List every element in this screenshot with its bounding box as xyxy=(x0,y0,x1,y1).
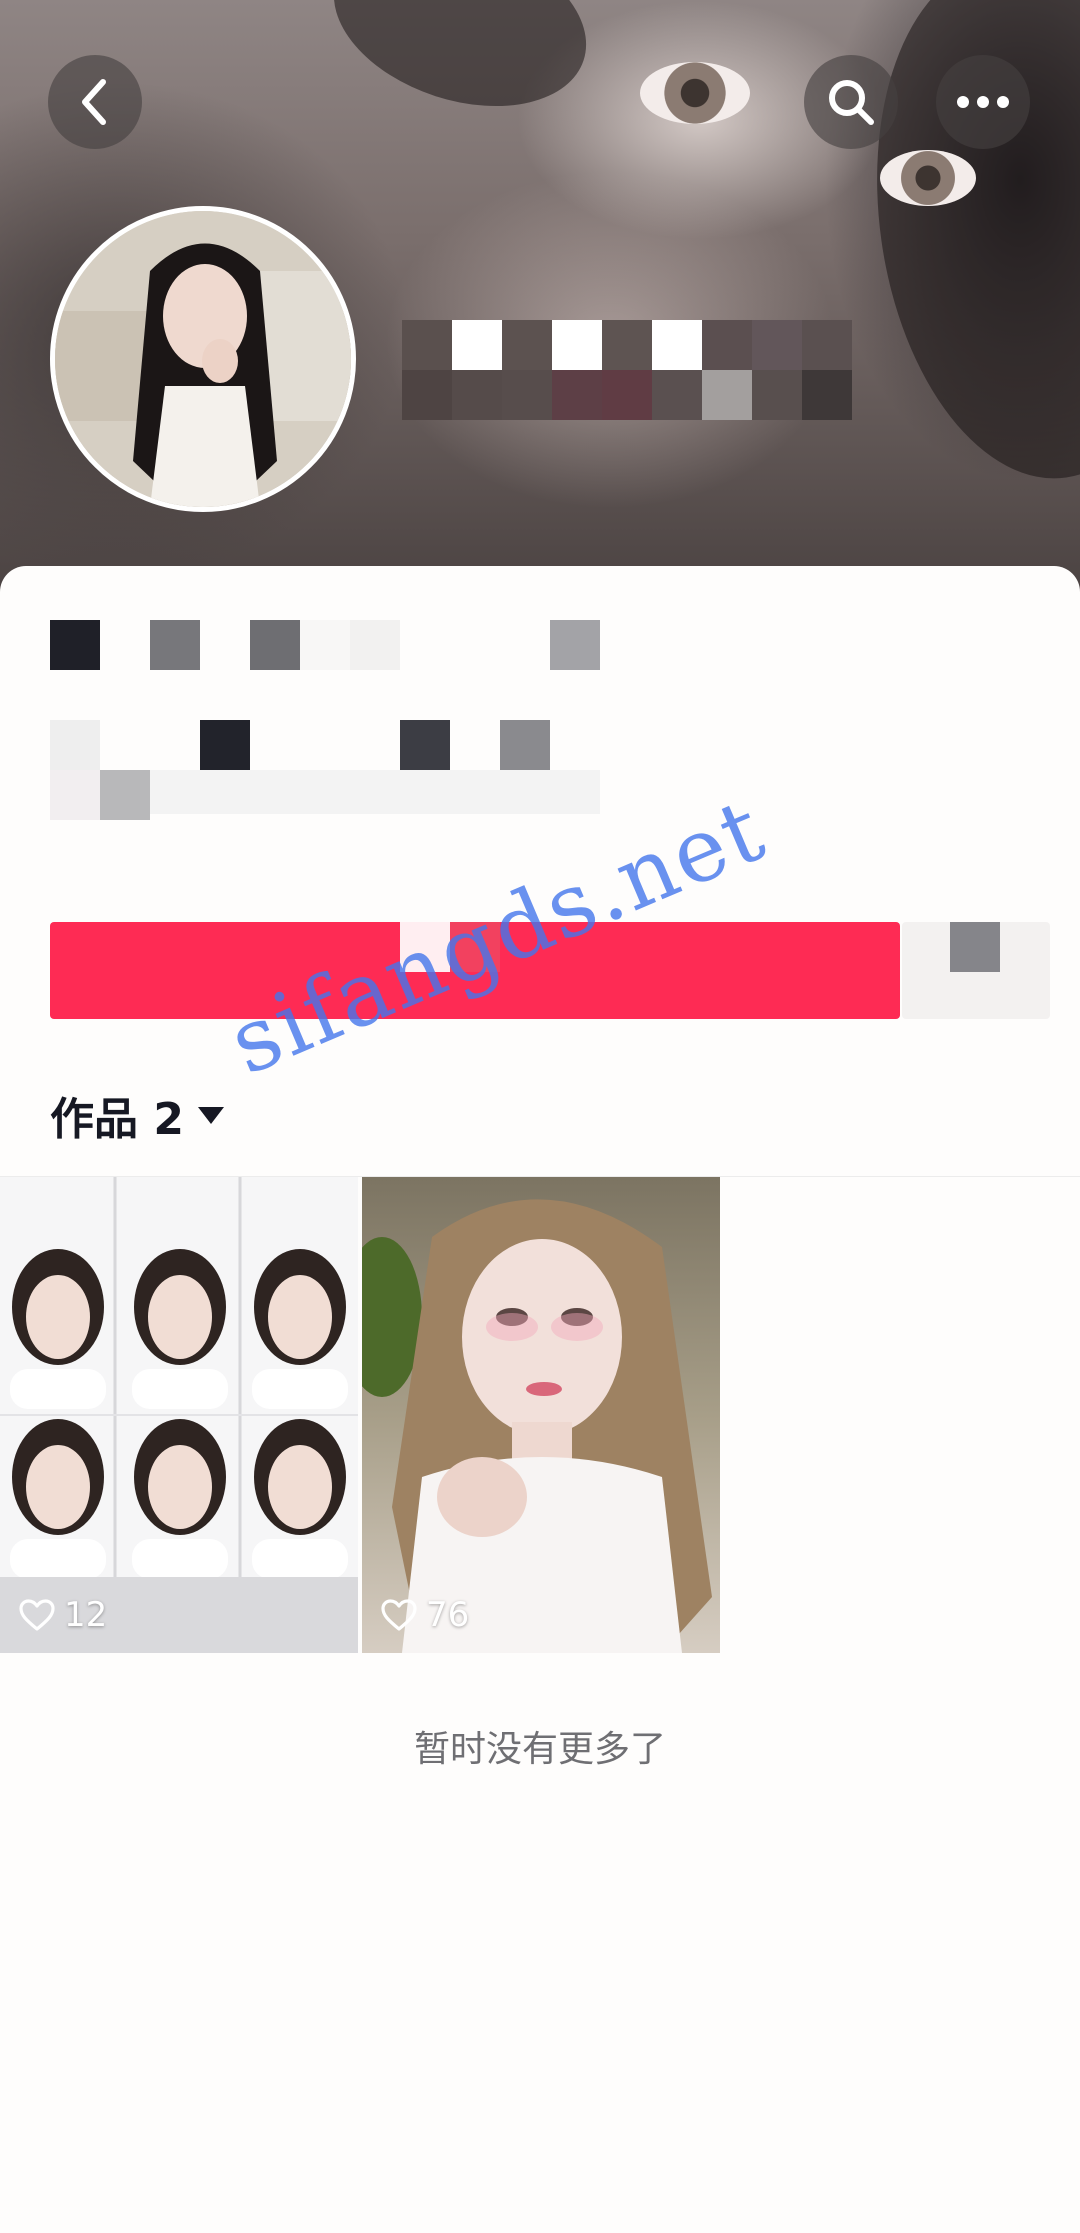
post-thumbnail[interactable]: 12 xyxy=(0,1177,358,1653)
search-button[interactable] xyxy=(804,55,898,149)
post-thumbnail[interactable]: 76 xyxy=(362,1177,720,1653)
bio-mosaic xyxy=(50,720,610,820)
tab-works-label: 作品 2 xyxy=(50,1094,184,1145)
back-button[interactable] xyxy=(48,55,142,149)
caret-down-icon xyxy=(197,1106,224,1124)
like-count: 76 xyxy=(380,1595,469,1635)
secondary-action-button[interactable] xyxy=(902,922,1050,1019)
like-count: 12 xyxy=(18,1595,107,1635)
heart-outline-icon xyxy=(19,1599,55,1631)
cover-eye-right xyxy=(880,150,976,206)
like-count-value: 12 xyxy=(64,1595,108,1635)
search-icon xyxy=(829,80,874,125)
post-image xyxy=(362,1177,720,1653)
end-of-list-note: 暂时没有更多了 xyxy=(413,1729,666,1770)
heart-outline-icon xyxy=(381,1599,417,1631)
nickname-mosaic xyxy=(402,320,902,430)
more-options-button[interactable] xyxy=(936,55,1030,149)
avatar[interactable] xyxy=(50,206,356,512)
cover-eye-left xyxy=(640,62,750,124)
avatar-photo xyxy=(55,211,351,507)
more-dots-icon xyxy=(957,96,1009,108)
tab-works[interactable]: 作品 2 xyxy=(50,1085,224,1145)
chevron-left-icon xyxy=(82,79,106,125)
like-count-value: 76 xyxy=(426,1595,470,1635)
stats-mosaic xyxy=(50,620,610,670)
post-image xyxy=(0,1177,358,1653)
